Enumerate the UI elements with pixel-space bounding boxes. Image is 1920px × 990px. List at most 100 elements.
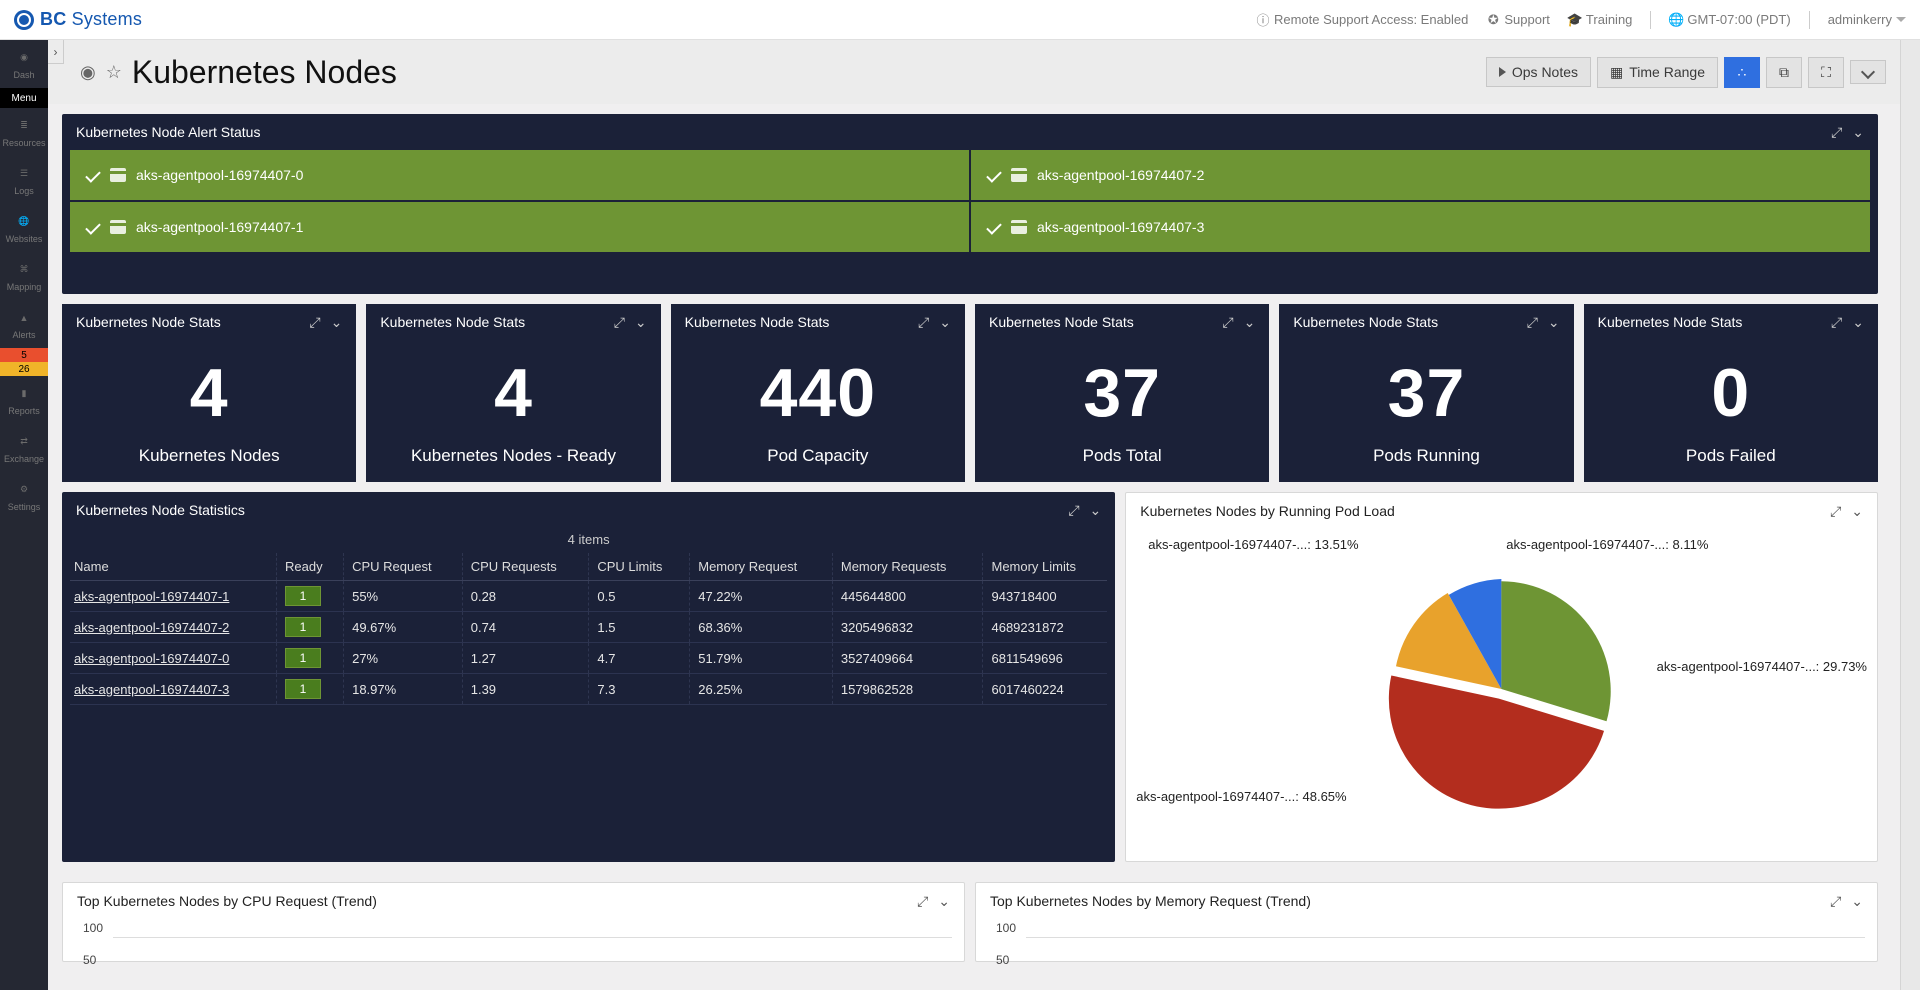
col-name[interactable]: Name	[70, 553, 276, 581]
chevron-down-icon[interactable]: ⌄	[939, 314, 951, 331]
nav-websites[interactable]: 🌐 Websites	[0, 204, 48, 252]
training-link[interactable]: 🎓 Training	[1568, 12, 1632, 27]
cell: 1.27	[462, 643, 589, 674]
expand-icon[interactable]: ⤢	[1222, 314, 1233, 331]
cell: 1579862528	[832, 674, 983, 705]
col-memory-requests[interactable]: Memory Requests	[832, 553, 983, 581]
stat-value: 4	[366, 340, 660, 446]
node-status-cell[interactable]: aks-agentpool-16974407-0	[70, 150, 969, 200]
cell: 0.74	[462, 612, 589, 643]
cell: 68.36%	[690, 612, 833, 643]
brand[interactable]: BC Systems	[14, 9, 142, 30]
ops-notes-button[interactable]: Ops Notes	[1486, 57, 1591, 87]
expand-icon[interactable]: ⤢	[1830, 893, 1841, 910]
stat-label: Kubernetes Nodes - Ready	[366, 446, 660, 482]
col-cpu-limits[interactable]: CPU Limits	[589, 553, 690, 581]
col-memory-limits[interactable]: Memory Limits	[983, 553, 1107, 581]
time-range-button[interactable]: ▦ Time Range	[1597, 57, 1718, 88]
nav-alerts[interactable]: ▲ Alerts	[0, 300, 48, 348]
nav-settings[interactable]: ⚙ Settings	[0, 472, 48, 520]
expand-icon[interactable]: ⤢	[614, 314, 625, 331]
expand-icon[interactable]: ⤢	[1831, 124, 1842, 141]
cell: 3205496832	[832, 612, 983, 643]
list-icon: ☰	[14, 165, 34, 183]
pie-label: aks-agentpool-16974407-...: 29.73%	[1657, 659, 1867, 674]
node-status-cell[interactable]: aks-agentpool-16974407-1	[70, 202, 969, 252]
cell: 6811549696	[983, 643, 1107, 674]
table-row: aks-agentpool-16974407-0127%1.274.751.79…	[70, 643, 1107, 674]
cell: 51.79%	[690, 643, 833, 674]
nav-exchange[interactable]: ⇄ Exchange	[0, 424, 48, 472]
node-name-link[interactable]: aks-agentpool-16974407-2	[70, 612, 276, 643]
more-button[interactable]	[1850, 60, 1886, 84]
star-icon[interactable]: ☆	[106, 62, 122, 83]
timezone-selector[interactable]: 🌐 GMT-07:00 (PDT)	[1669, 12, 1790, 27]
remote-support-status[interactable]: ⓘ Remote Support Access: Enabled	[1256, 12, 1468, 27]
server-icon	[1011, 220, 1027, 234]
col-ready[interactable]: Ready	[276, 553, 343, 581]
col-cpu-requests[interactable]: CPU Requests	[462, 553, 589, 581]
share-button[interactable]: ∴	[1724, 57, 1760, 88]
dashboard-content: Kubernetes Node Alert Status ⤢ ⌄ aks-age…	[48, 104, 1900, 990]
copy-button[interactable]: ⧉	[1766, 57, 1802, 88]
chevron-down-icon[interactable]: ⌄	[331, 314, 343, 331]
chevron-down-icon[interactable]: ⌄	[1090, 502, 1102, 519]
expand-icon[interactable]: ⤢	[1830, 503, 1841, 520]
globe-icon: 🌐	[1669, 13, 1683, 27]
expand-icon[interactable]: ⤢	[1527, 314, 1538, 331]
nav-dash[interactable]: ◉ Dash	[0, 40, 48, 88]
stat-card-pod-capacity: Kubernetes Node Stats⤢⌄ 440 Pod Capacity	[671, 304, 965, 482]
pie-label: aks-agentpool-16974407-...: 48.65%	[1136, 789, 1346, 804]
expand-icon[interactable]: ⤢	[1831, 314, 1842, 331]
chevron-down-icon[interactable]: ⌄	[1548, 314, 1560, 331]
expand-icon[interactable]: ⤢	[1068, 502, 1079, 519]
chevron-down-icon	[1861, 65, 1875, 79]
chevron-down-icon[interactable]: ⌄	[1851, 503, 1863, 520]
user-menu[interactable]: adminkerry	[1828, 12, 1906, 27]
node-name-link[interactable]: aks-agentpool-16974407-3	[70, 674, 276, 705]
expand-sidebar-button[interactable]: ›	[48, 40, 64, 64]
cell: 7.3	[589, 674, 690, 705]
col-memory-request[interactable]: Memory Request	[690, 553, 833, 581]
chevron-down-icon[interactable]: ⌄	[1852, 124, 1864, 141]
cell: 55%	[344, 581, 463, 612]
chevron-down-icon[interactable]: ⌄	[1244, 314, 1256, 331]
pie-label: aks-agentpool-16974407-...: 8.11%	[1506, 537, 1708, 552]
fullscreen-button[interactable]: ⛶	[1808, 57, 1844, 88]
nav-resources[interactable]: ≣ Resources	[0, 108, 48, 156]
expand-icon[interactable]: ⤢	[917, 893, 928, 910]
node-status-cell[interactable]: aks-agentpool-16974407-2	[971, 150, 1870, 200]
check-icon	[986, 219, 1002, 235]
cell: 445644800	[832, 581, 983, 612]
node-stats-table: Name Ready CPU Request CPU Requests CPU …	[70, 553, 1107, 705]
node-name-link[interactable]: aks-agentpool-16974407-0	[70, 643, 276, 674]
info-icon: ⓘ	[1256, 13, 1270, 27]
cell: 6017460224	[983, 674, 1107, 705]
chevron-down-icon[interactable]: ⌄	[1852, 314, 1864, 331]
alert-count-warn[interactable]: 26	[0, 362, 48, 376]
y-tick: 100	[996, 921, 1016, 935]
chevron-down-icon[interactable]: ⌄	[635, 314, 647, 331]
nav-logs[interactable]: ☰ Logs	[0, 156, 48, 204]
scrollbar[interactable]	[1900, 40, 1920, 990]
nav-menu[interactable]: Menu	[0, 88, 48, 108]
support-link[interactable]: ✪ Support	[1486, 12, 1550, 27]
panel-node-statistics: Kubernetes Node Statistics ⤢⌄ 4 items Na…	[62, 492, 1115, 862]
cell: 4.7	[589, 643, 690, 674]
chevron-down-icon[interactable]: ⌄	[1851, 893, 1863, 910]
expand-icon[interactable]: ⤢	[918, 314, 929, 331]
server-icon	[110, 220, 126, 234]
panel-title: Kubernetes Node Stats	[685, 314, 830, 330]
alert-count-error[interactable]: 5	[0, 348, 48, 362]
dashboard-icon: ◉	[80, 62, 96, 83]
server-icon	[1011, 168, 1027, 182]
expand-icon[interactable]: ⤢	[309, 314, 320, 331]
node-status-cell[interactable]: aks-agentpool-16974407-3	[971, 202, 1870, 252]
stat-label: Pods Running	[1279, 446, 1573, 482]
node-name-link[interactable]: aks-agentpool-16974407-1	[70, 581, 276, 612]
nav-mapping[interactable]: ⌘ Mapping	[0, 252, 48, 300]
top-bar: BC Systems ⓘ Remote Support Access: Enab…	[0, 0, 1920, 40]
chevron-down-icon[interactable]: ⌄	[938, 893, 950, 910]
col-cpu-request[interactable]: CPU Request	[344, 553, 463, 581]
nav-reports[interactable]: ▮ Reports	[0, 376, 48, 424]
